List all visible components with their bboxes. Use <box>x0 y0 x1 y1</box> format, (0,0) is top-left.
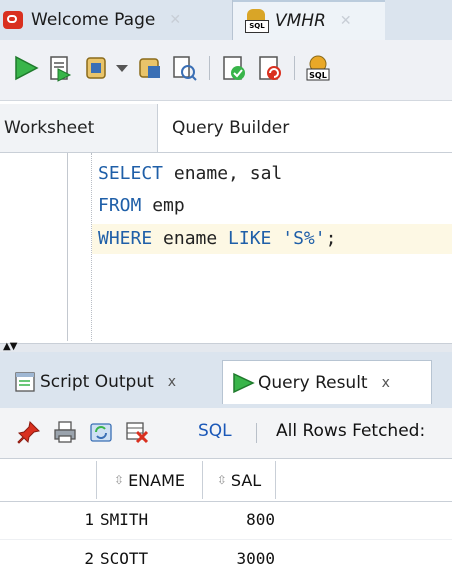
result-grid: ⇳ ENAME ⇳ SAL 1 SMITH 800 2 SCOTT 3000 <box>0 459 452 578</box>
code-text: ename <box>152 228 229 249</box>
fetch-status: All Rows Fetched: <box>276 421 426 441</box>
toolbar-separator <box>294 56 295 80</box>
sql-worksheet-icon: SQL <box>243 8 269 34</box>
toolbar-separator <box>209 56 210 80</box>
sql-tuning-icon[interactable] <box>170 54 198 82</box>
worksheet-toolbar: SQL <box>0 40 452 101</box>
close-icon[interactable]: ✕ <box>169 12 181 28</box>
sql-keyword: FROM <box>98 195 142 216</box>
delete-rows-icon[interactable] <box>124 419 150 445</box>
sql-keyword: LIKE <box>228 228 272 249</box>
tab-query-result[interactable]: Query Result x <box>222 360 432 404</box>
code-text: ; <box>325 228 337 249</box>
code-line-3[interactable]: WHERE ename LIKE 'S%'; <box>98 224 336 254</box>
result-tab-strip: Script Output x Query Result x <box>0 352 452 409</box>
row-number: 2 <box>84 549 94 568</box>
splitter-arrows-icon[interactable]: ▲▼ <box>3 342 17 352</box>
editor-result-splitter[interactable]: ▲▼ <box>0 342 452 352</box>
run-statement-icon[interactable] <box>12 54 40 82</box>
sort-icon: ⇳ <box>114 473 125 487</box>
cell-ename[interactable]: SMITH <box>100 501 148 539</box>
sql-string-literal: 'S%' <box>282 228 326 249</box>
code-text: emp <box>141 195 185 216</box>
sql-worksheet-icon[interactable]: SQL <box>304 54 332 82</box>
column-header-label: ENAME <box>128 470 185 490</box>
tab-vmhr[interactable]: SQL VMHR ✕ <box>233 0 385 40</box>
cell-sal[interactable]: 3000 <box>205 540 275 578</box>
code-text: ename, sal <box>163 163 283 184</box>
svg-text:SQL: SQL <box>309 71 327 80</box>
column-header-sal[interactable]: ⇳ SAL <box>202 461 276 499</box>
tab-worksheet[interactable]: Worksheet <box>0 104 158 152</box>
close-icon[interactable]: ✕ <box>340 13 352 29</box>
print-icon[interactable] <box>52 419 78 445</box>
table-row[interactable]: 1 SMITH 800 <box>0 501 452 539</box>
tab-query-builder[interactable]: Query Builder <box>172 104 352 152</box>
worksheet-sub-tabs: Worksheet Query Builder <box>0 104 452 153</box>
autotrace-icon[interactable] <box>82 54 110 82</box>
tab-label: VMHR <box>275 11 326 31</box>
rollback-icon[interactable] <box>256 54 284 82</box>
explain-plan-icon[interactable] <box>136 54 164 82</box>
cell-sal[interactable]: 800 <box>205 501 275 539</box>
sql-link[interactable]: SQL <box>198 421 232 441</box>
dropdown-arrow-icon[interactable] <box>116 65 128 73</box>
column-header-label: SAL <box>230 470 262 490</box>
tab-script-output[interactable]: Script Output x <box>0 360 218 404</box>
sql-editor[interactable]: SELECT ename, sal FROM emp WHERE ename L… <box>0 153 452 343</box>
column-header-ename[interactable]: ⇳ ENAME <box>96 461 202 499</box>
script-output-icon <box>15 372 35 392</box>
run-icon <box>233 372 255 393</box>
sql-keyword: WHERE <box>98 228 153 249</box>
pin-icon[interactable] <box>16 419 42 445</box>
tab-label: Script Output <box>40 372 154 392</box>
tab-welcome-page[interactable]: Welcome Page ✕ <box>0 0 233 40</box>
tab-label: Welcome Page <box>31 10 156 30</box>
document-tab-strip: Welcome Page ✕ SQL VMHR ✕ <box>0 0 452 40</box>
run-script-icon[interactable] <box>46 54 74 82</box>
row-number: 1 <box>84 510 94 529</box>
code-line-2[interactable]: FROM emp <box>98 191 185 221</box>
close-icon[interactable]: x <box>168 374 176 390</box>
commit-icon[interactable] <box>220 54 248 82</box>
sql-keyword: SELECT <box>98 163 164 184</box>
result-toolbar: SQL All Rows Fetched: <box>0 408 452 459</box>
cell-ename[interactable]: SCOTT <box>100 540 148 578</box>
grid-header-row: ⇳ ENAME ⇳ SAL <box>0 459 452 502</box>
table-row[interactable]: 2 SCOTT 3000 <box>0 540 452 578</box>
code-line-1[interactable]: SELECT ename, sal <box>98 159 282 189</box>
toolbar-separator <box>256 423 257 443</box>
gutter-divider <box>67 153 68 341</box>
tab-label: Query Result <box>258 372 368 393</box>
oracle-icon <box>3 11 23 29</box>
close-icon[interactable]: x <box>382 375 390 391</box>
refresh-icon[interactable] <box>88 419 114 445</box>
sort-icon: ⇳ <box>216 473 227 487</box>
